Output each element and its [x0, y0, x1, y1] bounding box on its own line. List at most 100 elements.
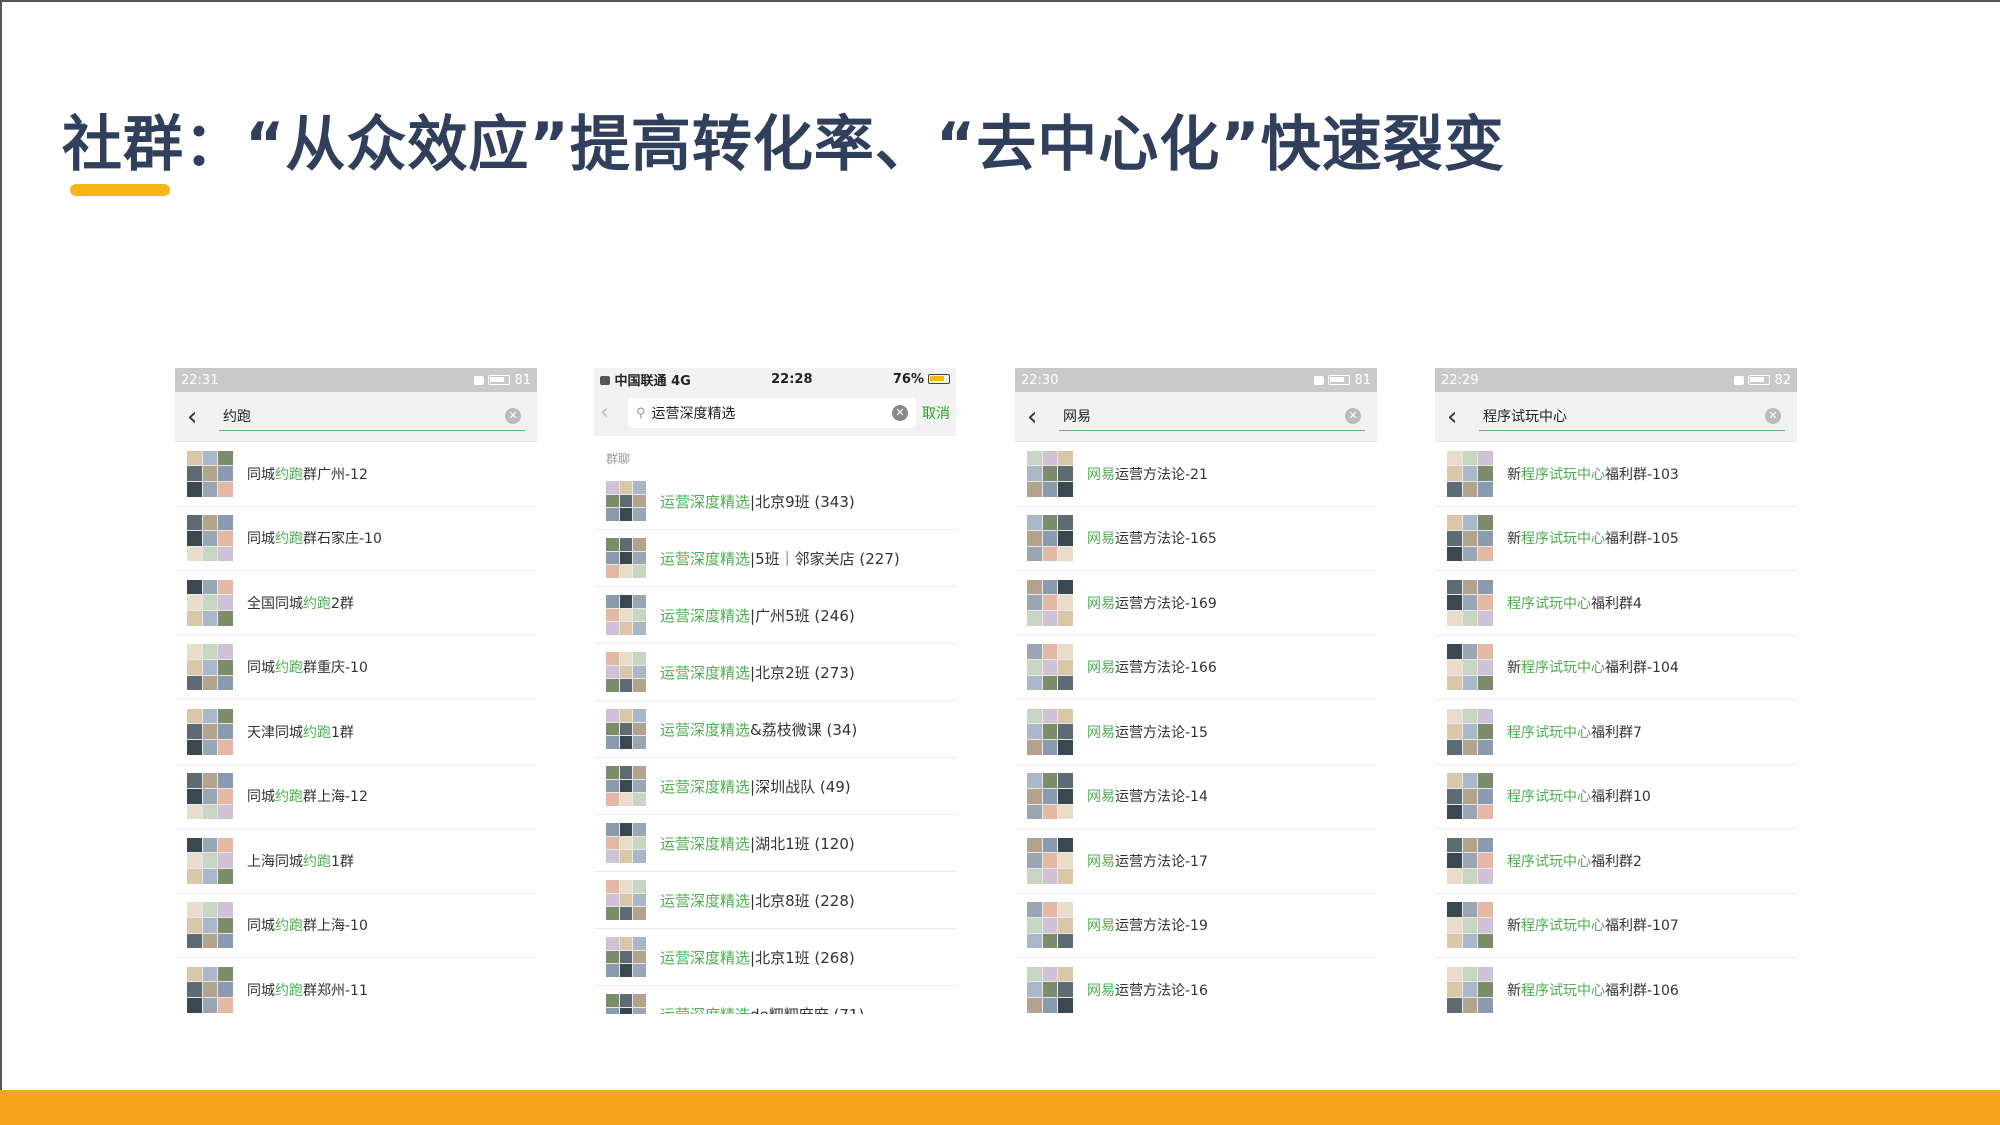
- group-name-post: |北京1班 (268): [750, 948, 855, 967]
- group-name: 运营深度精选|北京9班 (343): [660, 491, 855, 512]
- chat-row[interactable]: 同城约跑群上海-12: [175, 765, 537, 829]
- phone-screenshot-yunying: 中国联通 4G 22:28 76% ‹ ⚲ 运营深度精选 ✕ 取消 群聊 运营深…: [594, 368, 956, 1014]
- chat-row[interactable]: 新程序试玩中心福利群-105: [1435, 507, 1797, 571]
- chat-row[interactable]: 同城约跑群石家庄-10: [175, 507, 537, 571]
- battery-icon: [1328, 375, 1351, 385]
- group-avatar: [1027, 773, 1073, 820]
- signal-icon: [1734, 375, 1745, 385]
- group-name: 网易运营方法论-21: [1087, 464, 1208, 484]
- back-chevron-icon[interactable]: ‹: [1447, 404, 1469, 430]
- group-name: 运营深度精选|5班｜邻家关店 (227): [660, 548, 900, 569]
- group-name-hit: 约跑: [303, 595, 331, 612]
- group-avatar: [187, 708, 233, 755]
- search-header: ‹ 约跑 ✕: [175, 392, 537, 442]
- chat-row[interactable]: 网易运营方法论-21: [1015, 442, 1377, 507]
- group-avatar: [1027, 450, 1073, 497]
- chat-row[interactable]: 全国同城约跑2群: [175, 571, 537, 636]
- chat-row[interactable]: 运营深度精选|北京1班 (268): [594, 929, 956, 986]
- group-name-hit: 网易: [1087, 660, 1115, 677]
- group-avatar: [1447, 450, 1493, 497]
- chat-row[interactable]: 同城约跑群重庆-10: [175, 636, 537, 700]
- group-name-pre: 新: [1507, 531, 1521, 548]
- group-name: 运营深度精选|深圳战队 (49): [660, 776, 851, 797]
- chat-row[interactable]: 新程序试玩中心福利群-106: [1435, 958, 1797, 1014]
- group-name-hit: 运营深度精选: [660, 948, 751, 967]
- search-input[interactable]: 程序试玩中心 ✕: [1479, 403, 1785, 431]
- back-chevron-icon[interactable]: ‹: [1027, 404, 1049, 430]
- chat-row[interactable]: 新程序试玩中心福利群-104: [1435, 636, 1797, 700]
- group-name: 运营深度精选|北京8班 (228): [660, 890, 855, 911]
- group-name: 网易运营方法论-165: [1087, 528, 1217, 548]
- group-name: 运营深度精选|北京1班 (268): [660, 947, 855, 968]
- search-input[interactable]: ⚲ 运营深度精选 ✕: [628, 398, 916, 428]
- chat-row[interactable]: 运营深度精选|北京9班 (343): [594, 473, 956, 530]
- group-name-hit: 约跑: [303, 724, 331, 741]
- group-name-post: 运营方法论-15: [1115, 724, 1208, 741]
- group-name-post: de粑粑麻麻 (71): [750, 1006, 864, 1015]
- frame-border-left: [0, 0, 2, 1125]
- clear-icon[interactable]: ✕: [1765, 408, 1781, 424]
- group-name-hit: 网易: [1087, 789, 1115, 806]
- chat-row[interactable]: 运营深度精选|北京2班 (273): [594, 644, 956, 701]
- chat-row[interactable]: 程序试玩中心福利群10: [1435, 765, 1797, 829]
- status-time: 22:30: [1021, 372, 1059, 388]
- group-name-hit: 程序试玩中心: [1507, 789, 1591, 806]
- group-name-hit: 运营深度精选: [660, 549, 751, 568]
- chat-row[interactable]: 新程序试玩中心福利群-103: [1435, 442, 1797, 507]
- chat-row[interactable]: 网易运营方法论-166: [1015, 636, 1377, 700]
- chat-row[interactable]: 程序试玩中心福利群2: [1435, 829, 1797, 894]
- clear-icon[interactable]: ✕: [505, 408, 521, 424]
- chat-row[interactable]: 同城约跑群郑州-11: [175, 958, 537, 1014]
- chat-row[interactable]: 运营深度精选&荔枝微课 (34): [594, 701, 956, 758]
- battery-level: 76%: [892, 371, 924, 387]
- group-name-hit: 网易: [1087, 466, 1115, 483]
- clear-icon[interactable]: ✕: [892, 405, 908, 421]
- chat-row[interactable]: 网易运营方法论-15: [1015, 700, 1377, 765]
- chat-row[interactable]: 网易运营方法论-165: [1015, 507, 1377, 571]
- group-name-hit: 程序试玩中心: [1507, 595, 1591, 612]
- group-name-hit: 约跑: [275, 660, 303, 677]
- chat-row[interactable]: 网易运营方法论-17: [1015, 829, 1377, 894]
- group-avatar: [187, 644, 233, 691]
- group-name-hit: 程序试玩中心: [1507, 724, 1591, 741]
- chat-row[interactable]: 运营深度精选de粑粑麻麻 (71): [594, 986, 956, 1014]
- group-name-pre: 同城: [247, 918, 275, 935]
- group-name: 网易运营方法论-19: [1087, 915, 1208, 935]
- cancel-button[interactable]: 取消: [922, 403, 950, 423]
- chat-row[interactable]: 运营深度精选|北京8班 (228): [594, 872, 956, 929]
- signal-icon: [600, 375, 610, 385]
- chat-row[interactable]: 网易运营方法论-19: [1015, 894, 1377, 958]
- chat-row[interactable]: 天津同城约跑1群: [175, 700, 537, 765]
- search-input[interactable]: 约跑 ✕: [219, 403, 525, 431]
- group-name-pre: 全国同城: [247, 595, 303, 612]
- search-header: ‹ 网易 ✕: [1015, 392, 1377, 442]
- chat-row[interactable]: 运营深度精选|5班｜邻家关店 (227): [594, 530, 956, 587]
- chat-row[interactable]: 网易运营方法论-16: [1015, 958, 1377, 1014]
- back-chevron-icon[interactable]: ‹: [187, 404, 209, 430]
- group-name-post: 群郑州-11: [303, 982, 368, 999]
- chat-row[interactable]: 新程序试玩中心福利群-107: [1435, 894, 1797, 958]
- chat-row[interactable]: 同城约跑群上海-10: [175, 894, 537, 958]
- group-chat-list: 新程序试玩中心福利群-103 新程序试玩中心福利群-105 程序试玩中心福利群4 新程…: [1435, 442, 1797, 1014]
- clear-icon[interactable]: ✕: [1345, 408, 1361, 424]
- chat-row[interactable]: 运营深度精选|湖北1班 (120): [594, 815, 956, 872]
- chat-row[interactable]: 程序试玩中心福利群4: [1435, 571, 1797, 636]
- group-name-post: 运营方法论-169: [1115, 595, 1217, 612]
- group-avatar: [1447, 773, 1493, 820]
- group-name-post: 群石家庄-10: [303, 531, 382, 548]
- chat-row[interactable]: 网易运营方法论-14: [1015, 765, 1377, 829]
- chat-row[interactable]: 网易运营方法论-169: [1015, 571, 1377, 636]
- group-name: 同城约跑群石家庄-10: [247, 528, 382, 548]
- group-avatar: [606, 538, 646, 578]
- chat-row[interactable]: 运营深度精选|深圳战队 (49): [594, 758, 956, 815]
- group-name-post: &荔枝微课 (34): [750, 720, 858, 739]
- chat-row[interactable]: 上海同城约跑1群: [175, 829, 537, 894]
- search-header: ‹ ⚲ 运营深度精选 ✕ 取消: [594, 390, 956, 436]
- search-query: 程序试玩中心: [1483, 409, 1567, 425]
- signal-icon: [1314, 375, 1325, 385]
- search-input[interactable]: 网易 ✕: [1059, 403, 1365, 431]
- back-chevron-icon[interactable]: ‹: [600, 402, 622, 424]
- chat-row[interactable]: 程序试玩中心福利群7: [1435, 700, 1797, 765]
- chat-row[interactable]: 同城约跑群广州-12: [175, 442, 537, 507]
- chat-row[interactable]: 运营深度精选|广州5班 (246): [594, 587, 956, 644]
